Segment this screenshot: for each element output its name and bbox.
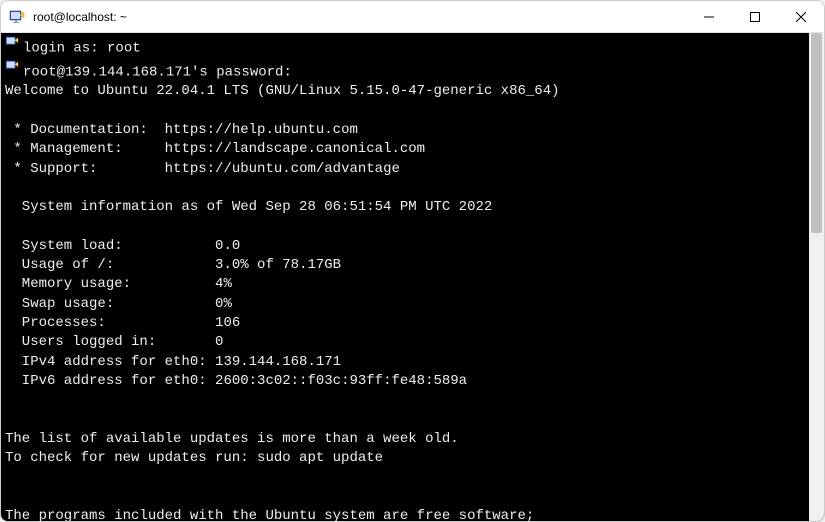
password-prompt: root@139.144.168.171's password: xyxy=(23,64,292,80)
maximize-button[interactable] xyxy=(732,1,778,32)
swap-label: Swap usage: xyxy=(5,296,114,312)
terminal[interactable]: login as: root root@139.144.168.171's pa… xyxy=(1,33,809,521)
swap-val: 0% xyxy=(215,296,232,312)
usage-val: 3.0% of 78.17GB xyxy=(215,257,341,273)
putty-prompt-icon xyxy=(5,35,19,56)
users-val: 0 xyxy=(215,334,223,350)
updates-line1: The list of available updates is more th… xyxy=(5,431,459,447)
ipv4-label: IPv4 address for eth0: xyxy=(5,354,207,370)
minimize-button[interactable] xyxy=(686,1,732,32)
load-val: 0.0 xyxy=(215,238,240,254)
footer-line: The programs included with the Ubuntu sy… xyxy=(5,508,534,521)
mgmt-label: * Management: xyxy=(5,141,123,157)
close-button[interactable] xyxy=(778,1,824,32)
window-title: root@localhost: ~ xyxy=(33,10,686,24)
proc-val: 106 xyxy=(215,315,240,331)
load-label: System load: xyxy=(5,238,123,254)
ipv4-val: 139.144.168.171 xyxy=(215,354,341,370)
proc-label: Processes: xyxy=(5,315,106,331)
window-controls xyxy=(686,1,824,32)
ipv6-label: IPv6 address for eth0: xyxy=(5,373,207,389)
login-prompt: login as: xyxy=(23,40,99,56)
users-label: Users logged in: xyxy=(5,334,156,350)
titlebar[interactable]: root@localhost: ~ xyxy=(1,1,824,33)
vertical-scrollbar[interactable] xyxy=(809,33,824,521)
login-user: root xyxy=(107,40,141,56)
supp-url: https://ubuntu.com/advantage xyxy=(165,161,400,177)
mem-val: 4% xyxy=(215,276,232,292)
mgmt-url: https://landscape.canonical.com xyxy=(165,141,425,157)
putty-window: root@localhost: ~ login as: root root@13… xyxy=(0,0,825,522)
scrollbar-thumb[interactable] xyxy=(811,33,822,233)
mem-label: Memory usage: xyxy=(5,276,131,292)
welcome-line: Welcome to Ubuntu 22.04.1 LTS (GNU/Linux… xyxy=(5,83,560,99)
putty-prompt-icon xyxy=(5,59,19,80)
supp-label: * Support: xyxy=(5,161,97,177)
terminal-container: login as: root root@139.144.168.171's pa… xyxy=(1,33,824,521)
updates-line2: To check for new updates run: sudo apt u… xyxy=(5,450,383,466)
putty-icon xyxy=(9,9,25,25)
usage-label: Usage of /: xyxy=(5,257,114,273)
sysinfo-header: System information as of Wed Sep 28 06:5… xyxy=(5,199,492,215)
ipv6-val: 2600:3c02::f03c:93ff:fe48:589a xyxy=(215,373,467,389)
doc-url: https://help.ubuntu.com xyxy=(165,122,358,138)
doc-label: * Documentation: xyxy=(5,122,148,138)
